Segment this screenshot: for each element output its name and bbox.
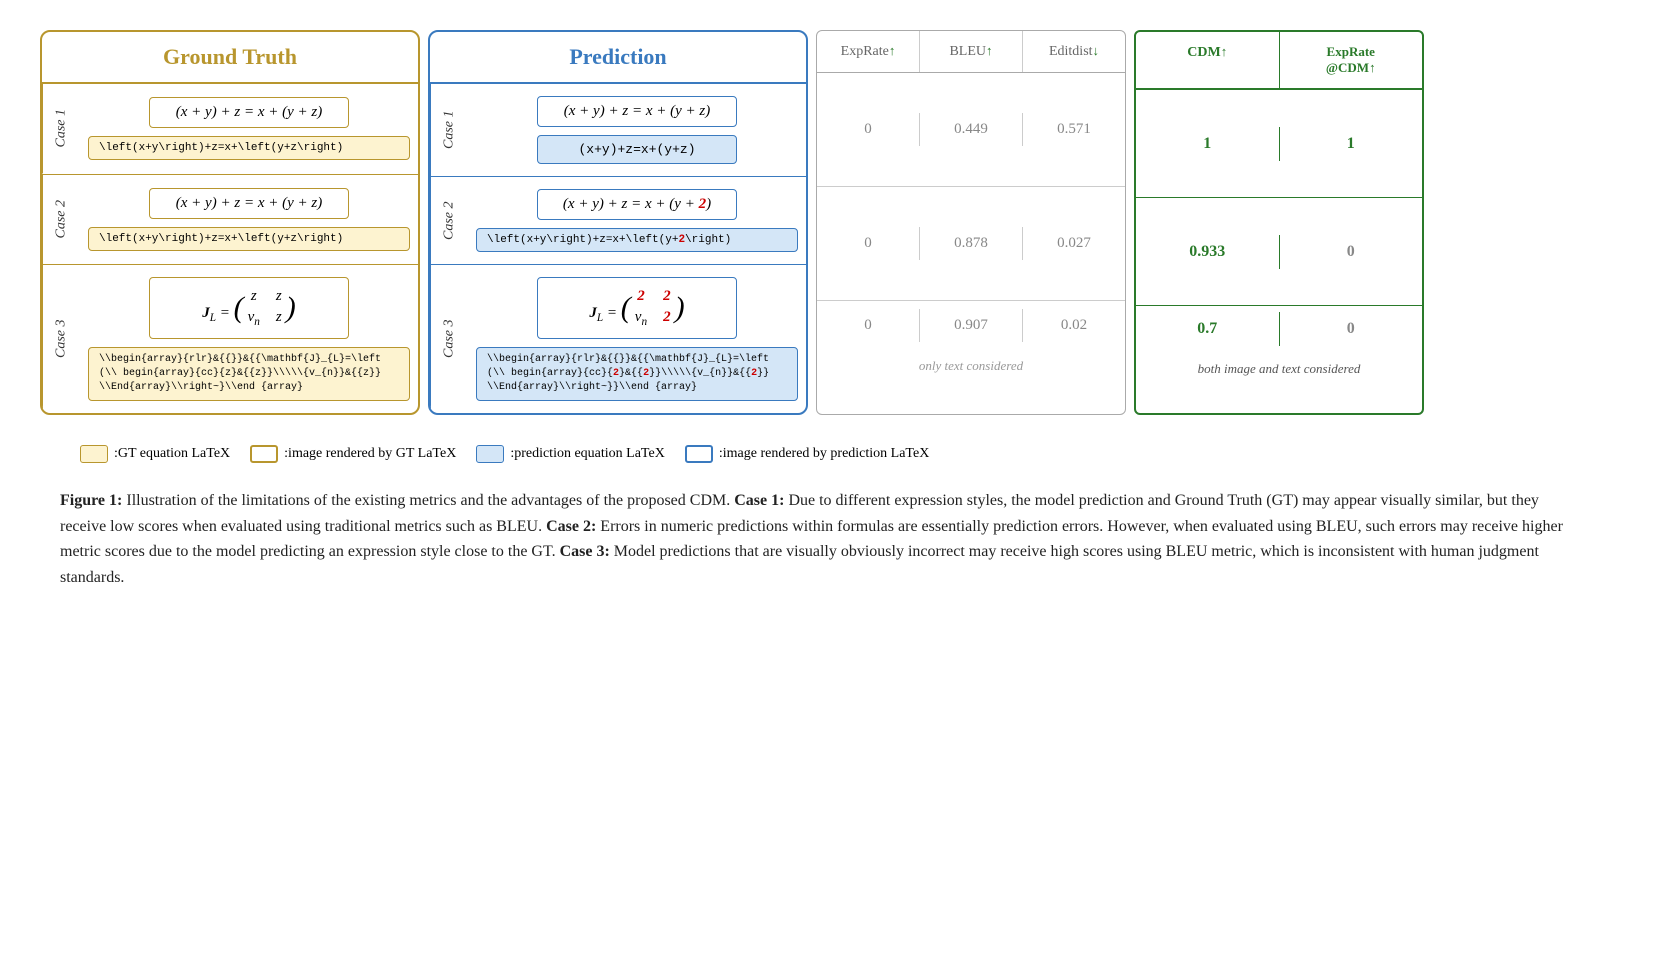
pred-column-header: Prediction (430, 32, 806, 84)
case1-exprate: 0 (817, 113, 920, 146)
legend-box-gt-latex (80, 445, 108, 463)
case1-exprate-at-cdm: 1 (1280, 127, 1423, 161)
cdm-header: CDM ExpRate@CDM (1136, 32, 1422, 90)
cdm-header-exprate: ExpRate@CDM (1280, 32, 1423, 88)
gt-case3-image: JL = ( zz vnz ) (149, 277, 349, 339)
legend-label-3: :prediction equation LaTeX (510, 446, 665, 462)
metrics-case3-row: 0 0.907 0.02 only text considered (817, 300, 1125, 414)
gt-column-header: Ground Truth (42, 32, 418, 84)
caption-case3-label: Case 3: (560, 543, 610, 560)
legend-box-pred-latex (476, 445, 504, 463)
metrics-note: only text considered (817, 350, 1125, 415)
gt-case-1-row: Case 1 (x + y) + z = x + (y + z) \left(x… (42, 84, 418, 174)
case3-exprate: 0 (817, 309, 920, 342)
caption-case2-label: Case 2: (546, 518, 596, 535)
gt-case-1-content: (x + y) + z = x + (y + z) \left(x+y\righ… (80, 84, 418, 174)
pred-case3-image: JL = ( 22 vn2 ) (537, 277, 737, 339)
pred-case-1-content: (x + y) + z = x + (y + z) (x+y)+z=x+(y+z… (468, 84, 806, 176)
legend-row: :GT equation LaTeX :image rendered by GT… (40, 435, 1622, 468)
gt-case3-latex: \\begin{array}{rlr}&{{}}&{{\mathbf{J}_{L… (88, 347, 410, 401)
metrics-header: ExpRate BLEU Editdist (817, 31, 1125, 73)
pred-case2-image: (x + y) + z = x + (y + 2) (537, 189, 737, 220)
pred-case-1-label: Case 1 (430, 84, 468, 176)
case1-bleu: 0.449 (920, 113, 1023, 146)
legend-item-1: :GT equation LaTeX (80, 445, 230, 463)
pred-case1-image: (x + y) + z = x + (y + z) (537, 96, 737, 127)
gt-header-label: Ground Truth (163, 44, 297, 69)
gt-case1-image: (x + y) + z = x + (y + z) (149, 97, 349, 128)
legend-box-gt-image (250, 445, 278, 463)
figure-number: Figure 1: (60, 492, 122, 509)
metrics-case1-row: 0 0.449 0.571 (817, 73, 1125, 186)
pred-case-3-label: Case 3 (430, 265, 468, 413)
gt-case2-formula: (x + y) + z = x + (y + z) (176, 195, 323, 211)
ground-truth-column: Ground Truth Case 1 (x + y) + z = x + (y… (40, 30, 420, 415)
pred-case1-latex-rendered: (x+y)+z=x+(y+z) (537, 135, 737, 164)
case2-cdm: 0.933 (1136, 235, 1280, 269)
pred-case-3-content: JL = ( 22 vn2 ) \\beg (468, 265, 806, 413)
pred-case-3-row: Case 3 JL = ( 22 vn2 ) (430, 264, 806, 413)
pred-case2-latex: \left(x+y\right)+z=x+\left(y+2\right) (476, 228, 798, 252)
legend-label-1: :GT equation LaTeX (114, 446, 230, 462)
gt-case-2-row: Case 2 (x + y) + z = x + (y + z) \left(x… (42, 174, 418, 265)
legend-box-pred-image (685, 445, 713, 463)
cdm-note: both image and text considered (1136, 352, 1422, 414)
case3-bleu: 0.907 (920, 309, 1023, 342)
cdm-header-cdm: CDM (1136, 32, 1280, 88)
gt-case2-image: (x + y) + z = x + (y + z) (149, 188, 349, 219)
figure-container: Ground Truth Case 1 (x + y) + z = x + (y… (40, 30, 1622, 590)
caption-case1-label: Case 1: (734, 492, 784, 509)
case3-editdist: 0.02 (1023, 309, 1125, 342)
gt-case-2-content: (x + y) + z = x + (y + z) \left(x+y\righ… (80, 175, 418, 265)
gt-case1-formula: (x + y) + z = x + (y + z) (176, 104, 323, 120)
case3-cdm: 0.7 (1136, 312, 1280, 346)
cdm-body: 1 1 0.933 0 0.7 0 both image and text co… (1136, 90, 1422, 413)
pred-case3-matrix: JL = ( 22 vn2 ) (589, 305, 684, 321)
cdm-section: CDM ExpRate@CDM 1 1 0.933 0 (1134, 30, 1424, 415)
case2-bleu: 0.878 (920, 227, 1023, 260)
pred-case-2-content: (x + y) + z = x + (y + 2) \left(x+y\righ… (468, 177, 806, 264)
case2-exprate-at-cdm: 0 (1280, 235, 1423, 269)
gt-case-2-label: Case 2 (42, 175, 80, 265)
main-table: Ground Truth Case 1 (x + y) + z = x + (y… (40, 30, 1622, 415)
prediction-column: Prediction Case 1 (x + y) + z = x + (y +… (428, 30, 808, 415)
legend-item-4: :image rendered by prediction LaTeX (685, 445, 930, 463)
exprate-header: ExpRate (817, 31, 920, 72)
cdm-case3-row: 0.7 0 both image and text considered (1136, 305, 1422, 413)
pred-case-2-label: Case 2 (430, 177, 468, 264)
cdm-case2-row: 0.933 0 (1136, 197, 1422, 305)
legend-item-3: :prediction equation LaTeX (476, 445, 665, 463)
gt-case3-matrix: JL = ( zz vnz ) (202, 305, 296, 321)
case2-editdist: 0.027 (1023, 227, 1125, 260)
figure-caption: Figure 1: Illustration of the limitation… (40, 488, 1590, 590)
editdist-header: Editdist (1023, 31, 1125, 72)
case1-editdist: 0.571 (1023, 113, 1125, 146)
gt-case1-latex: \left(x+y\right)+z=x+\left(y+z\right) (88, 136, 410, 160)
case1-cdm: 1 (1136, 127, 1280, 161)
caption-intro: Illustration of the limitations of the e… (126, 492, 734, 509)
metrics-case2-row: 0 0.878 0.027 (817, 186, 1125, 300)
pred-case2-formula: (x + y) + z = x + (y + 2) (563, 196, 711, 212)
pred-header-label: Prediction (569, 44, 666, 69)
gt-case-1-label: Case 1 (42, 84, 80, 174)
bleu-header: BLEU (920, 31, 1023, 72)
case2-exprate: 0 (817, 227, 920, 260)
gt-case2-latex: \left(x+y\right)+z=x+\left(y+z\right) (88, 227, 410, 251)
pred-case-2-row: Case 2 (x + y) + z = x + (y + 2) \left(x… (430, 176, 806, 264)
legend-item-2: :image rendered by GT LaTeX (250, 445, 456, 463)
case3-exprate-at-cdm: 0 (1280, 312, 1423, 346)
pred-case3-latex: \\begin{array}{rlr}&{{}}&{{\mathbf{J}_{L… (476, 347, 798, 401)
gt-case-3-content: JL = ( zz vnz ) \\beg (80, 265, 418, 413)
gt-case-3-label: Case 3 (42, 265, 80, 413)
pred-case1-formula: (x + y) + z = x + (y + z) (564, 103, 711, 119)
gt-case-3-row: Case 3 JL = ( zz vnz ) (42, 264, 418, 413)
legend-label-2: :image rendered by GT LaTeX (284, 446, 456, 462)
metrics-body: 0 0.449 0.571 0 0.878 0.027 0 0.907 0.02 (817, 73, 1125, 414)
legend-label-4: :image rendered by prediction LaTeX (719, 446, 930, 462)
pred-case-1-row: Case 1 (x + y) + z = x + (y + z) (x+y)+z… (430, 84, 806, 176)
cdm-case1-row: 1 1 (1136, 90, 1422, 197)
metrics-section: ExpRate BLEU Editdist 0 0.449 0.571 (816, 30, 1126, 415)
